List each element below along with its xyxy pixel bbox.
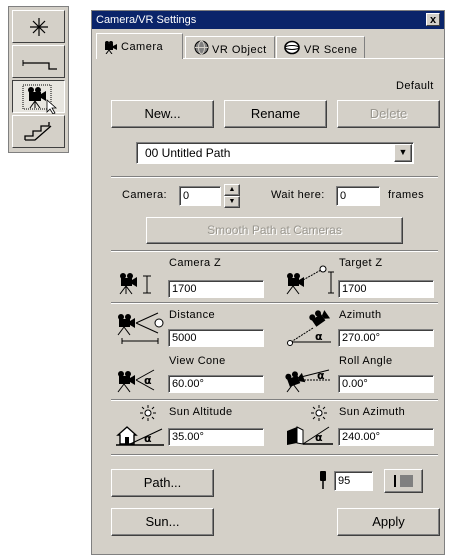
frames-label: frames bbox=[388, 189, 425, 201]
camera-number-field[interactable]: 0 bbox=[179, 186, 221, 206]
tool-camera[interactable] bbox=[12, 80, 65, 114]
roll-angle-icon: α bbox=[285, 369, 331, 393]
rename-path-button[interactable]: Rename bbox=[224, 100, 327, 128]
view-cone-label: View Cone bbox=[169, 355, 226, 367]
view-cone-icon: α bbox=[117, 369, 155, 393]
window-title: Camera/VR Settings bbox=[96, 14, 197, 26]
divider bbox=[111, 454, 438, 456]
svg-text:α: α bbox=[315, 330, 323, 343]
distance-label: Distance bbox=[169, 309, 215, 321]
azimuth-field[interactable]: 270.00° bbox=[338, 329, 434, 347]
chevron-down-icon: ▼ bbox=[398, 147, 408, 157]
azimuth-icon: α bbox=[287, 310, 331, 346]
wait-here-field[interactable]: 0 bbox=[336, 186, 380, 206]
path-select-value: 00 Untitled Path bbox=[145, 146, 231, 160]
camera-icon bbox=[105, 41, 117, 54]
distance-field[interactable]: 5000 bbox=[168, 329, 264, 347]
sun-azimuth-label: Sun Azimuth bbox=[339, 406, 406, 418]
sun-azimuth-field[interactable]: 240.00° bbox=[338, 428, 434, 446]
sun-altitude-label: Sun Altitude bbox=[169, 406, 233, 418]
spin-up-icon: ▲ bbox=[228, 186, 236, 193]
tab-camera[interactable]: Camera bbox=[96, 33, 183, 59]
toggle-bar-icon bbox=[394, 475, 413, 487]
panorama-icon bbox=[284, 40, 300, 55]
roll-angle-field[interactable]: 0.00° bbox=[338, 375, 434, 393]
close-button[interactable]: x bbox=[426, 13, 440, 26]
roll-angle-label: Roll Angle bbox=[339, 355, 393, 367]
delete-path-button[interactable]: Delete bbox=[337, 100, 440, 128]
tool-asterisk[interactable] bbox=[12, 10, 65, 43]
height-field[interactable]: 95 bbox=[334, 471, 373, 491]
sun-azimuth-icon: α bbox=[287, 405, 333, 445]
svg-text:α: α bbox=[315, 431, 323, 444]
toolbox-palette bbox=[8, 6, 69, 153]
tab-vr-scene[interactable]: VR Scene bbox=[276, 36, 365, 58]
tab-vr-object[interactable]: VR Object bbox=[185, 36, 275, 58]
camera-number-down-button[interactable]: ▼ bbox=[224, 196, 240, 208]
spin-down-icon: ▼ bbox=[228, 198, 236, 205]
path-select-dropdown-button[interactable]: ▼ bbox=[394, 144, 412, 162]
wait-here-label: Wait here: bbox=[271, 189, 325, 201]
asterisk-icon bbox=[30, 18, 48, 36]
target-z-label: Target Z bbox=[339, 257, 383, 269]
svg-text:α: α bbox=[317, 369, 325, 382]
path-select[interactable]: 00 Untitled Path ▼ bbox=[136, 142, 414, 164]
smooth-path-button[interactable]: Smooth Path at Cameras bbox=[146, 217, 403, 244]
new-path-button[interactable]: New... bbox=[111, 100, 214, 128]
path-settings-button[interactable]: Path... bbox=[111, 469, 214, 497]
camera-height-icon bbox=[119, 273, 151, 295]
divider bbox=[111, 399, 438, 401]
svg-text:α: α bbox=[144, 432, 152, 445]
view-cone-field[interactable]: 60.00° bbox=[168, 375, 264, 393]
target-height-icon bbox=[286, 265, 334, 295]
divider bbox=[111, 302, 438, 304]
target-z-field[interactable]: 1700 bbox=[338, 280, 434, 298]
camera-z-label: Camera Z bbox=[169, 257, 222, 269]
sun-settings-button[interactable]: Sun... bbox=[111, 508, 214, 536]
apply-button[interactable]: Apply bbox=[337, 508, 440, 536]
microphone-icon bbox=[320, 471, 326, 489]
svg-text:α: α bbox=[144, 374, 152, 387]
camera-number-up-button[interactable]: ▲ bbox=[224, 184, 240, 196]
camera-icon bbox=[22, 84, 58, 114]
azimuth-label: Azimuth bbox=[339, 309, 382, 321]
camera-z-field[interactable]: 1700 bbox=[168, 280, 264, 298]
tab-vr-scene-label: VR Scene bbox=[304, 44, 358, 56]
tab-camera-label: Camera bbox=[121, 41, 164, 53]
tab-vr-object-label: VR Object bbox=[212, 44, 267, 56]
tool-stairs[interactable] bbox=[12, 115, 65, 148]
path-line-icon bbox=[22, 60, 57, 70]
distance-icon bbox=[117, 312, 164, 344]
divider bbox=[111, 250, 438, 252]
globe-icon bbox=[194, 40, 209, 55]
sun-altitude-icon: α bbox=[116, 405, 164, 446]
eye-level-toggle[interactable] bbox=[384, 469, 423, 493]
camera-number-label: Camera: bbox=[122, 189, 167, 201]
stairs-icon bbox=[24, 122, 52, 141]
sun-altitude-field[interactable]: 35.00° bbox=[168, 428, 264, 446]
window-titlebar[interactable]: Camera/VR Settings x bbox=[92, 11, 444, 29]
tool-path[interactable] bbox=[12, 45, 65, 78]
default-label: Default bbox=[396, 80, 434, 92]
divider bbox=[111, 176, 438, 178]
